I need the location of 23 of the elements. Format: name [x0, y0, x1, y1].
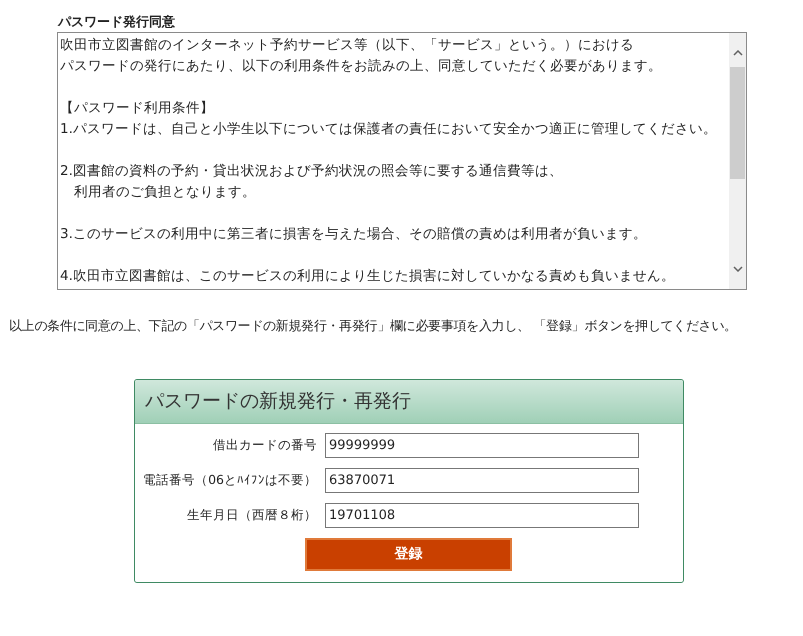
terms-box[interactable] [57, 32, 747, 290]
field-label: 借出カードの番号 [212, 436, 318, 454]
input-field[interactable]: 19701108 [325, 503, 639, 528]
terms-text: 利用者のご負担となります。 [73, 183, 256, 202]
terms-text: 4.吹田市立図書館は、このサービスの利用により生じた損害に対していかなる責めも負いません。 [60, 267, 675, 286]
instruction-text: 以上の条件に同意の上、下記の「パスワードの新規発行・再発行」欄に必要事項を入力し、 「登録」ボタンを押してください。 [9, 318, 737, 336]
terms-text: 1.パスワードは、自己と小学生以下については保護者の責任において安全かつ適正に管理してください。 [60, 120, 717, 139]
scroll-thumb[interactable] [730, 67, 745, 179]
terms-text: 【パスワード利用条件】 [60, 99, 214, 118]
input-field[interactable]: 99999999 [325, 433, 639, 458]
register-button[interactable]: 登録 [305, 538, 512, 571]
terms-text: 吹田市立図書館のインターネット予約サービス等（以下、「サービス」という。）における [60, 36, 634, 55]
terms-text: 3.このサービスの利用中に第三者に損害を与えた場合、その賠償の責めは利用者が負います。 [60, 225, 647, 244]
input-field[interactable]: 63870071 [325, 468, 639, 493]
scroll-down-icon[interactable] [732, 266, 742, 272]
field-label: 電話番号（06とﾊｲﾌﾝは不要） [142, 471, 318, 490]
scroll-up-icon[interactable] [732, 50, 742, 56]
scrollbar[interactable] [729, 33, 746, 289]
section-title: パスワード発行同意 [58, 14, 175, 32]
terms-text: 2.図書館の資料の予約・貸出状況および予約状況の照会等に要する通信費等は、 [60, 162, 563, 181]
form-title: パスワードの新規発行・再発行 [145, 389, 411, 414]
terms-text: パスワードの発行にあたり、以下の利用条件をお読みの上、同意していただく必要があります。 [60, 57, 662, 76]
field-label: 生年月日（西暦８桁） [186, 506, 318, 524]
